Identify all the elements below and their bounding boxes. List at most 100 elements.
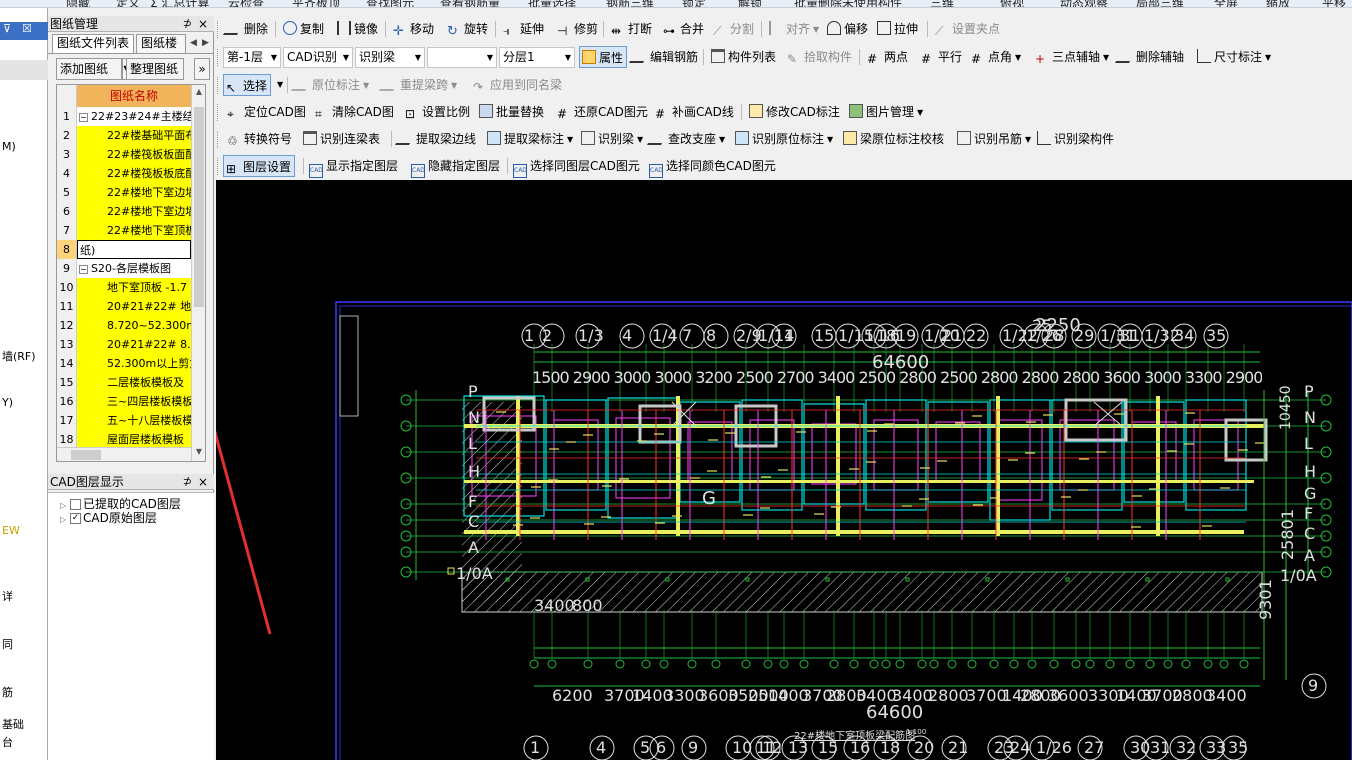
original-position-label-button[interactable]: 原位标注 ▼: [290, 74, 369, 96]
sublayer-select[interactable]: 分层1 ▼: [499, 47, 575, 68]
nav-item[interactable]: EW: [2, 524, 20, 537]
header-drawing-name[interactable]: 图纸名称: [77, 85, 191, 107]
modify-cad-label-button[interactable]: 修改CAD标注: [747, 101, 840, 123]
edit-rebar-button[interactable]: 编辑钢筋: [628, 46, 698, 68]
table-row[interactable]: 5 22#楼地下室边墙: [57, 183, 191, 202]
more-button[interactable]: »: [194, 58, 210, 80]
drawing-name-cell[interactable]: 8.720~52.300m: [77, 316, 191, 335]
properties-button[interactable]: 属性: [579, 46, 628, 68]
top-view-button[interactable]: 俯视: [1000, 0, 1024, 7]
table-row[interactable]: 3 22#楼筏板板面配: [57, 145, 191, 164]
extend-button[interactable]: ⫣ 延伸: [501, 18, 544, 40]
layer-checkbox-original[interactable]: ✓: [69, 513, 81, 524]
table-row[interactable]: 6 22#楼地下室边墙: [57, 202, 191, 221]
layer-tree-item-original[interactable]: ▷ ✓ CAD原始图层: [60, 509, 157, 526]
select-same-layer-button[interactable]: CAD 选择同图层CAD图元: [511, 155, 640, 178]
delete-aux-axis-button[interactable]: 删除辅轴: [1114, 46, 1184, 68]
nav-item[interactable]: M): [2, 140, 16, 153]
layer-pin-icon[interactable]: ⊅: [183, 474, 192, 490]
table-row[interactable]: 12 8.720~52.300m: [57, 316, 191, 335]
drawing-name-cell[interactable]: − S20-各层模板图: [77, 259, 191, 278]
apply-same-beam-button[interactable]: ↷ 应用到同名梁: [471, 74, 562, 96]
table-row[interactable]: 16 三~四层楼板模板: [57, 392, 191, 411]
table-row[interactable]: 8 纸): [57, 240, 191, 259]
identify-beam-component-button[interactable]: 识别梁构件: [1035, 128, 1114, 150]
summary-calc-button[interactable]: Σ 汇总计算: [150, 0, 209, 7]
identify-original-label-button[interactable]: 识别原位标注 ▼: [733, 128, 833, 150]
nav-collapse-icon[interactable]: ⊽: [3, 22, 11, 35]
drawing-name-cell[interactable]: 20#21#22# 8.: [77, 335, 191, 354]
component-list-button[interactable]: 构件列表: [709, 46, 776, 68]
tab-drawing-file-list[interactable]: 图纸文件列表: [52, 34, 134, 54]
nav-item[interactable]: Y): [2, 396, 13, 409]
table-row[interactable]: 15 二层楼板模板及: [57, 373, 191, 392]
hscroll-thumb[interactable]: [71, 450, 101, 460]
drawing-name-cell[interactable]: 五~十八层楼板模: [77, 411, 191, 430]
image-management-button[interactable]: 图片管理 ▼: [847, 101, 923, 123]
view-rebar-button[interactable]: 查看钢筋量: [440, 0, 500, 7]
nav-item[interactable]: 筋: [2, 684, 13, 700]
nav-close-icon[interactable]: ☒: [22, 22, 32, 35]
table-row[interactable]: 11 20#21#22# 地下: [57, 297, 191, 316]
identify-beam-button[interactable]: 识别梁 ▼: [579, 128, 643, 150]
convert-symbol-button[interactable]: ♲ 转换符号: [225, 128, 292, 150]
select-same-color-button[interactable]: CAD 选择同颜色CAD图元: [647, 155, 776, 178]
layer-settings-button[interactable]: ⊞ 图层设置: [223, 155, 296, 177]
nav-selected-row[interactable]: [0, 60, 48, 80]
table-row[interactable]: 2 22#楼基础平面布: [57, 126, 191, 145]
component-name-select[interactable]: ▼: [427, 47, 497, 68]
dimension-button[interactable]: 尺寸标注 ▼: [1195, 46, 1271, 68]
drawing-name-cell[interactable]: 地下室顶板 -1.7: [77, 278, 191, 297]
drawing-name-cell[interactable]: −22#23#24#主楼结构: [77, 107, 191, 126]
table-row[interactable]: 4 22#楼筏板板底配: [57, 164, 191, 183]
nav-item[interactable]: 台: [2, 734, 13, 750]
select-dropdown[interactable]: ▼: [275, 74, 283, 96]
drawing-name-cell[interactable]: 20#21#22# 地下: [77, 297, 191, 316]
locate-cad-button[interactable]: ⌖ 定位CAD图: [225, 101, 306, 123]
local-3d-button[interactable]: 局部三维: [1136, 0, 1184, 7]
drawing-name-cell[interactable]: 纸): [77, 240, 191, 259]
rebar-3d-button[interactable]: 钢筋三维: [606, 0, 654, 7]
extract-beam-label-button[interactable]: 提取梁标注 ▼: [485, 128, 573, 150]
identify-hanger-button[interactable]: 识别吊筋 ▼: [955, 128, 1031, 150]
tab-drawing-floor[interactable]: 图纸楼: [136, 34, 186, 53]
select-button[interactable]: ↖ 选择: [223, 74, 272, 96]
table-row[interactable]: 1−22#23#24#主楼结构: [57, 107, 191, 126]
hide-layer-button[interactable]: CAD 隐藏指定图层: [409, 155, 500, 178]
stretch-button[interactable]: 拉伸: [875, 18, 918, 40]
batch-replace-button[interactable]: 批量替换: [477, 101, 544, 123]
move-button[interactable]: ✛ 移动: [391, 18, 434, 40]
drawing-name-cell[interactable]: 22#楼筏板板底配: [77, 164, 191, 183]
expand-icon[interactable]: ▷: [60, 515, 66, 524]
lock-button[interactable]: 锁定: [682, 0, 706, 7]
break-button[interactable]: ⇹ 打断: [609, 18, 652, 40]
nav-item[interactable]: 同: [2, 636, 13, 652]
drawing-name-cell[interactable]: 22#楼地下室边墙: [77, 183, 191, 202]
add-drawing-button[interactable]: 添加图纸: [56, 58, 122, 80]
pin-icon[interactable]: ⊅: [183, 16, 192, 32]
hide-button[interactable]: 隐藏: [66, 0, 90, 7]
find-element-button[interactable]: 查找图元: [366, 0, 414, 7]
pick-component-button[interactable]: ✎ 拾取构件: [785, 46, 852, 68]
floor-select[interactable]: 第-1层 ▼: [223, 47, 281, 68]
collapse-icon[interactable]: −: [79, 264, 88, 274]
merge-button[interactable]: ⊶ 合并: [661, 18, 704, 40]
point-angle-button[interactable]: # 点角 ▼: [969, 46, 1021, 68]
nav-item[interactable]: 基础: [2, 716, 24, 732]
restore-cad-button[interactable]: # 还原CAD图元: [555, 101, 648, 123]
check-support-button[interactable]: 查改支座 ▼: [646, 128, 725, 150]
component-type-select[interactable]: 识别梁 ▼: [355, 47, 425, 68]
drawing-name-cell[interactable]: 三~四层楼板模板: [77, 392, 191, 411]
scroll-down-icon[interactable]: ▼: [192, 445, 205, 459]
table-row[interactable]: 9− S20-各层模板图: [57, 259, 191, 278]
mirror-button[interactable]: 镜像: [335, 18, 378, 40]
fullscreen-button[interactable]: 全屏: [1214, 0, 1238, 7]
cloud-check-button[interactable]: 云检查: [228, 0, 264, 7]
re-extract-span-button[interactable]: 重提梁跨 ▼: [378, 74, 457, 96]
clear-cad-button[interactable]: ⌗ 清除CAD图: [313, 101, 394, 123]
drawing-name-cell[interactable]: 52.300m以上剪力: [77, 354, 191, 373]
rotate-button[interactable]: ↻ 旋转: [445, 18, 488, 40]
align-slab-top-button[interactable]: 平齐板顶: [292, 0, 340, 7]
layer-close-icon[interactable]: ×: [198, 474, 208, 490]
zoom-button[interactable]: 缩放: [1266, 0, 1290, 7]
